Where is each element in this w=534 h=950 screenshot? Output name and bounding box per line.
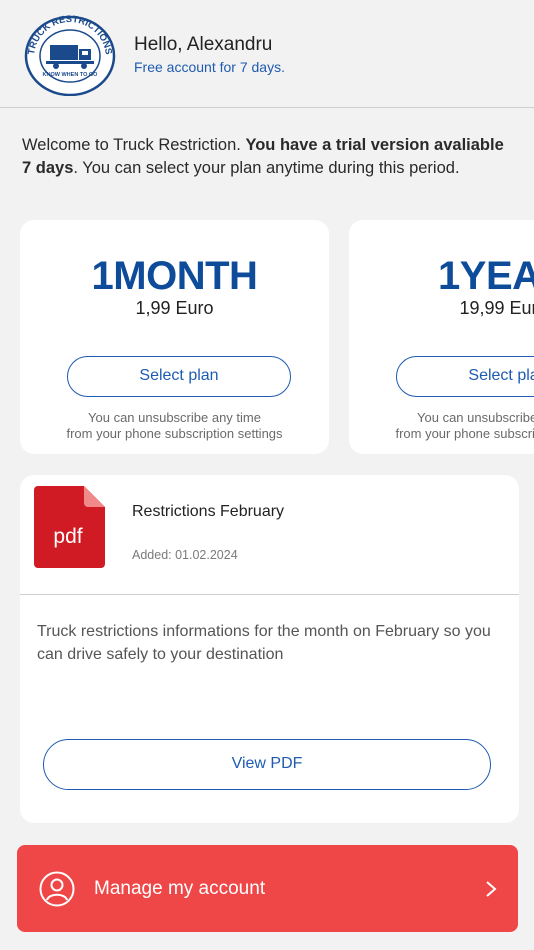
welcome-text: Welcome to Truck Restriction. [22, 136, 246, 154]
greeting-text: Hello, Alexandru [134, 34, 273, 55]
view-pdf-button[interactable]: View PDF [43, 739, 491, 790]
app-header: TRUCK RESTRICTIONS KNOW WHEN TO GO Hello… [0, 0, 534, 108]
select-plan-button[interactable]: Select plan [67, 356, 291, 397]
plan-title: 1YEAR [438, 254, 534, 298]
welcome-text-end: . You can select your plan anytime durin… [73, 158, 460, 177]
plan-note-line: from your phone subscription settings [66, 426, 283, 441]
plan-note-line: You can unsubscribe any time [417, 410, 534, 425]
plan-card-1month: 1MONTH 1,99 Euro Select plan You can uns… [20, 220, 329, 454]
plans-carousel[interactable]: 1MONTH 1,99 Euro Select plan You can uns… [0, 220, 534, 456]
select-plan-button[interactable]: Select plan [396, 356, 534, 397]
divider [20, 594, 519, 595]
chevron-right-icon [486, 881, 497, 897]
welcome-message: Welcome to Truck Restriction. You have a… [22, 134, 512, 179]
truck-restrictions-logo: TRUCK RESTRICTIONS KNOW WHEN TO GO [24, 14, 116, 96]
plan-note: You can unsubscribe any time from your p… [20, 410, 329, 442]
plan-title: 1MONTH [91, 254, 258, 298]
document-title: Restrictions February [132, 503, 285, 520]
plan-price: 19,99 Euro [459, 298, 534, 318]
plan-card-1year: 1YEAR 19,99 Euro Select plan You can uns… [349, 220, 534, 454]
manage-account-button[interactable]: Manage my account [17, 845, 518, 932]
user-circle-icon [39, 871, 75, 907]
pdf-icon-label: pdf [53, 525, 82, 548]
logo-bottom-text: KNOW WHEN TO GO [43, 72, 99, 78]
manage-account-label: Manage my account [94, 878, 266, 899]
document-date: Added: 01.02.2024 [132, 548, 238, 562]
document-card: pdf Restrictions February Added: 01.02.2… [20, 475, 519, 823]
plan-note-line: You can unsubscribe any time [88, 410, 261, 425]
plan-note-line: from your phone subscription settings [395, 426, 534, 441]
plan-price: 1,99 Euro [135, 298, 214, 318]
plan-note: You can unsubscribe any time from your p… [349, 410, 534, 442]
trial-note: Free account for 7 days. [134, 59, 285, 75]
pdf-file-icon: pdf [34, 486, 105, 568]
document-description: Truck restrictions informations for the … [37, 623, 491, 663]
